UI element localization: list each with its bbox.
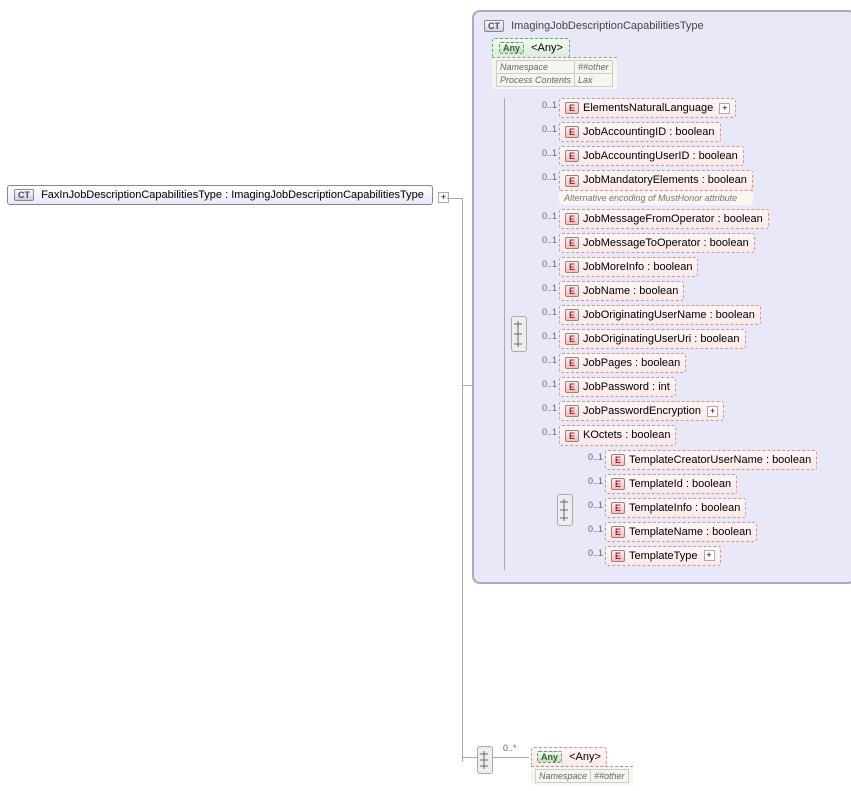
occurrence: 0..1 (579, 450, 605, 462)
element-label: JobAccountingUserID : boolean (583, 150, 738, 162)
element-node[interactable]: E JobPages : boolean (559, 353, 686, 373)
element-node[interactable]: E JobMessageToOperator : boolean (559, 233, 755, 253)
occurrence: 0..1 (533, 425, 559, 437)
ct-title: ImagingJobDescriptionCapabilitiesType (511, 20, 704, 32)
element-badge: E (565, 430, 579, 442)
element-label: JobMessageToOperator : boolean (583, 237, 749, 249)
element-node[interactable]: E JobPasswordEncryption + (559, 401, 724, 421)
any-meta: Namespace##other (531, 766, 633, 785)
element-badge: E (565, 405, 579, 417)
element-label: JobOriginatingUserName : boolean (583, 309, 755, 321)
element-badge: E (611, 526, 625, 538)
element-node[interactable]: E TemplateId : boolean (605, 474, 737, 494)
occurrence: 0..1 (533, 377, 559, 389)
element-label: JobAccountingID : boolean (583, 126, 714, 138)
occurrence: 0..1 (579, 474, 605, 486)
element-node[interactable]: E JobOriginatingUserName : boolean (559, 305, 761, 325)
any-badge: Any (537, 751, 562, 763)
element-badge: E (565, 261, 579, 273)
element-badge: E (565, 285, 579, 297)
element-label: JobPassword : int (583, 381, 670, 393)
element-label: KOctets : boolean (583, 429, 670, 441)
sequence-icon (557, 494, 573, 526)
occurrence: 0..1 (533, 233, 559, 245)
root-label: FaxInJobDescriptionCapabilitiesType : Im… (41, 189, 424, 201)
occurrence: 0..1 (533, 98, 559, 110)
element-label: TemplateCreatorUserName : boolean (629, 454, 811, 466)
sequence-icon (511, 316, 527, 352)
any-wildcard[interactable]: Any <Any> (531, 747, 607, 767)
element-label: JobPages : boolean (583, 357, 680, 369)
element-badge: E (565, 357, 579, 369)
expand-icon[interactable]: + (719, 103, 730, 114)
element-node[interactable]: E JobAccountingID : boolean (559, 122, 721, 142)
element-label: TemplateId : boolean (629, 478, 731, 490)
element-label: JobMessageFromOperator : boolean (583, 213, 763, 225)
ct-container: CT ImagingJobDescriptionCapabilitiesType… (472, 10, 851, 584)
element-label: TemplateName : boolean (629, 526, 751, 538)
ct-badge: CT (484, 20, 504, 32)
element-note: Alternative encoding of MustHonor attrib… (559, 190, 753, 205)
element-label: JobName : boolean (583, 285, 678, 297)
element-label: TemplateType (629, 550, 697, 562)
element-label: TemplateInfo : boolean (629, 502, 740, 514)
any-wildcard[interactable]: Any <Any> (492, 38, 570, 58)
element-badge: E (565, 213, 579, 225)
element-badge: E (611, 478, 625, 490)
element-node[interactable]: E JobMandatoryElements : boolean (559, 170, 753, 190)
element-node[interactable]: E ElementsNaturalLanguage + (559, 98, 736, 118)
element-badge: E (565, 126, 579, 138)
element-node[interactable]: E JobAccountingUserID : boolean (559, 146, 744, 166)
occurrence: 0..1 (533, 305, 559, 317)
element-node[interactable]: E JobMoreInfo : boolean (559, 257, 698, 277)
element-node[interactable]: E KOctets : boolean (559, 425, 676, 445)
element-badge: E (611, 502, 625, 514)
occurrence: 0..1 (579, 546, 605, 558)
element-label: JobPasswordEncryption (583, 405, 701, 417)
ct-badge: CT (14, 189, 34, 201)
element-badge: E (565, 309, 579, 321)
occurrence: 0..* (503, 743, 519, 753)
occurrence: 0..1 (533, 257, 559, 269)
occurrence: 0..1 (533, 401, 559, 413)
occurrence: 0..1 (533, 122, 559, 134)
element-badge: E (565, 175, 579, 187)
element-node[interactable]: E JobMessageFromOperator : boolean (559, 209, 769, 229)
element-node[interactable]: E JobName : boolean (559, 281, 684, 301)
element-node[interactable]: E TemplateCreatorUserName : boolean (605, 450, 817, 470)
any-meta: Namespace##other Process ContentsLax (492, 57, 617, 89)
element-node[interactable]: E JobPassword : int (559, 377, 676, 397)
occurrence: 0..1 (533, 353, 559, 365)
occurrence: 0..1 (579, 522, 605, 534)
occurrence: 0..1 (533, 329, 559, 341)
occurrence: 0..1 (533, 170, 559, 182)
element-node[interactable]: E TemplateType + (605, 546, 721, 566)
occurrence: 0..1 (533, 146, 559, 158)
expand-icon[interactable]: + (707, 406, 718, 417)
any-label: <Any> (531, 42, 563, 54)
element-label: ElementsNaturalLanguage (583, 102, 713, 114)
element-label: JobMandatoryElements : boolean (583, 174, 747, 186)
element-badge: E (611, 550, 625, 562)
element-node[interactable]: E TemplateInfo : boolean (605, 498, 746, 518)
element-node[interactable]: E TemplateName : boolean (605, 522, 757, 542)
element-node[interactable]: E JobOriginatingUserUri : boolean (559, 329, 746, 349)
element-badge: E (565, 237, 579, 249)
any-badge: Any (499, 42, 524, 54)
occurrence: 0..1 (533, 209, 559, 221)
element-badge: E (611, 454, 625, 466)
element-badge: E (565, 333, 579, 345)
any-label: <Any> (569, 751, 601, 763)
element-badge: E (565, 150, 579, 162)
occurrence: 0..1 (579, 498, 605, 510)
element-badge: E (565, 381, 579, 393)
root-complextype[interactable]: CT FaxInJobDescriptionCapabilitiesType :… (7, 185, 433, 205)
occurrence: 0..1 (533, 281, 559, 293)
sequence-icon (477, 746, 493, 774)
element-label: JobMoreInfo : boolean (583, 261, 692, 273)
expand-icon[interactable]: + (704, 550, 715, 561)
element-label: JobOriginatingUserUri : boolean (583, 333, 740, 345)
element-badge: E (565, 102, 579, 114)
